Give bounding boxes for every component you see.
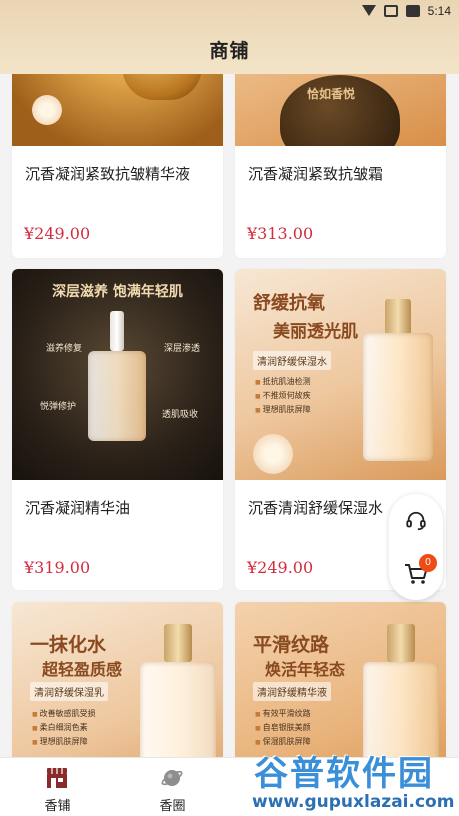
tab-label: 香圈 [159,799,186,814]
shop-icon [47,768,67,788]
product-name: 沉香凝润紧致抗皱霜 [248,165,384,183]
page-title: 商铺 [209,40,250,62]
watermark-overlay: 谷普软件园 www.gupuxlazai.com [250,742,459,816]
product-image: 舒缓抗氧 美丽透光肌 清润舒缓保湿水 抵抗肌油检测 不推烦何故疾 理想肌肤屏障 [235,269,446,480]
product-card[interactable]: 深层滋养 饱满年轻肌 滋养修复 深层渗透 悦弹修护 透肌吸收 沉香凝润精华油 ¥… [12,269,223,590]
tab-shop[interactable]: 香铺 [0,758,115,816]
customer-service-button[interactable] [389,494,443,547]
cart-button[interactable] [389,547,443,600]
product-name: 沉香凝润紧致抗皱精华液 [25,165,191,183]
planet-icon [161,770,183,786]
product-price: ¥313.00 [247,224,314,243]
app-screen: 5:14 商铺 沉香凝润紧致抗皱精华液 ¥249.00 恰如香悦 沉香凝润紧致抗… [0,0,459,816]
product-name: 沉香清润舒缓保湿水 [248,499,384,517]
no-sim-icon [383,5,398,17]
tab-label: 香铺 [44,799,71,814]
watermark-url: www.gupuxlazai.com [252,792,455,812]
watermark-title: 谷普软件园 [254,754,434,794]
headset-icon [406,511,426,530]
app-header: 5:14 商铺 [0,0,459,74]
product-name: 沉香凝润精华油 [25,499,131,517]
product-image: 深层滋养 饱满年轻肌 滋养修复 深层渗透 悦弹修护 透肌吸收 [12,269,223,480]
product-price: ¥249.00 [24,224,91,243]
tab-circle[interactable]: 香圈 [115,758,230,816]
cart-count-badge: 0 [419,554,437,572]
product-price: ¥249.00 [247,558,314,577]
product-price: ¥319.00 [24,558,91,577]
status-bar: 5:14 [361,2,451,20]
status-time: 5:14 [427,4,451,18]
floating-actions: 0 [389,494,443,600]
battery-icon [405,5,420,17]
wifi-icon [361,5,376,17]
